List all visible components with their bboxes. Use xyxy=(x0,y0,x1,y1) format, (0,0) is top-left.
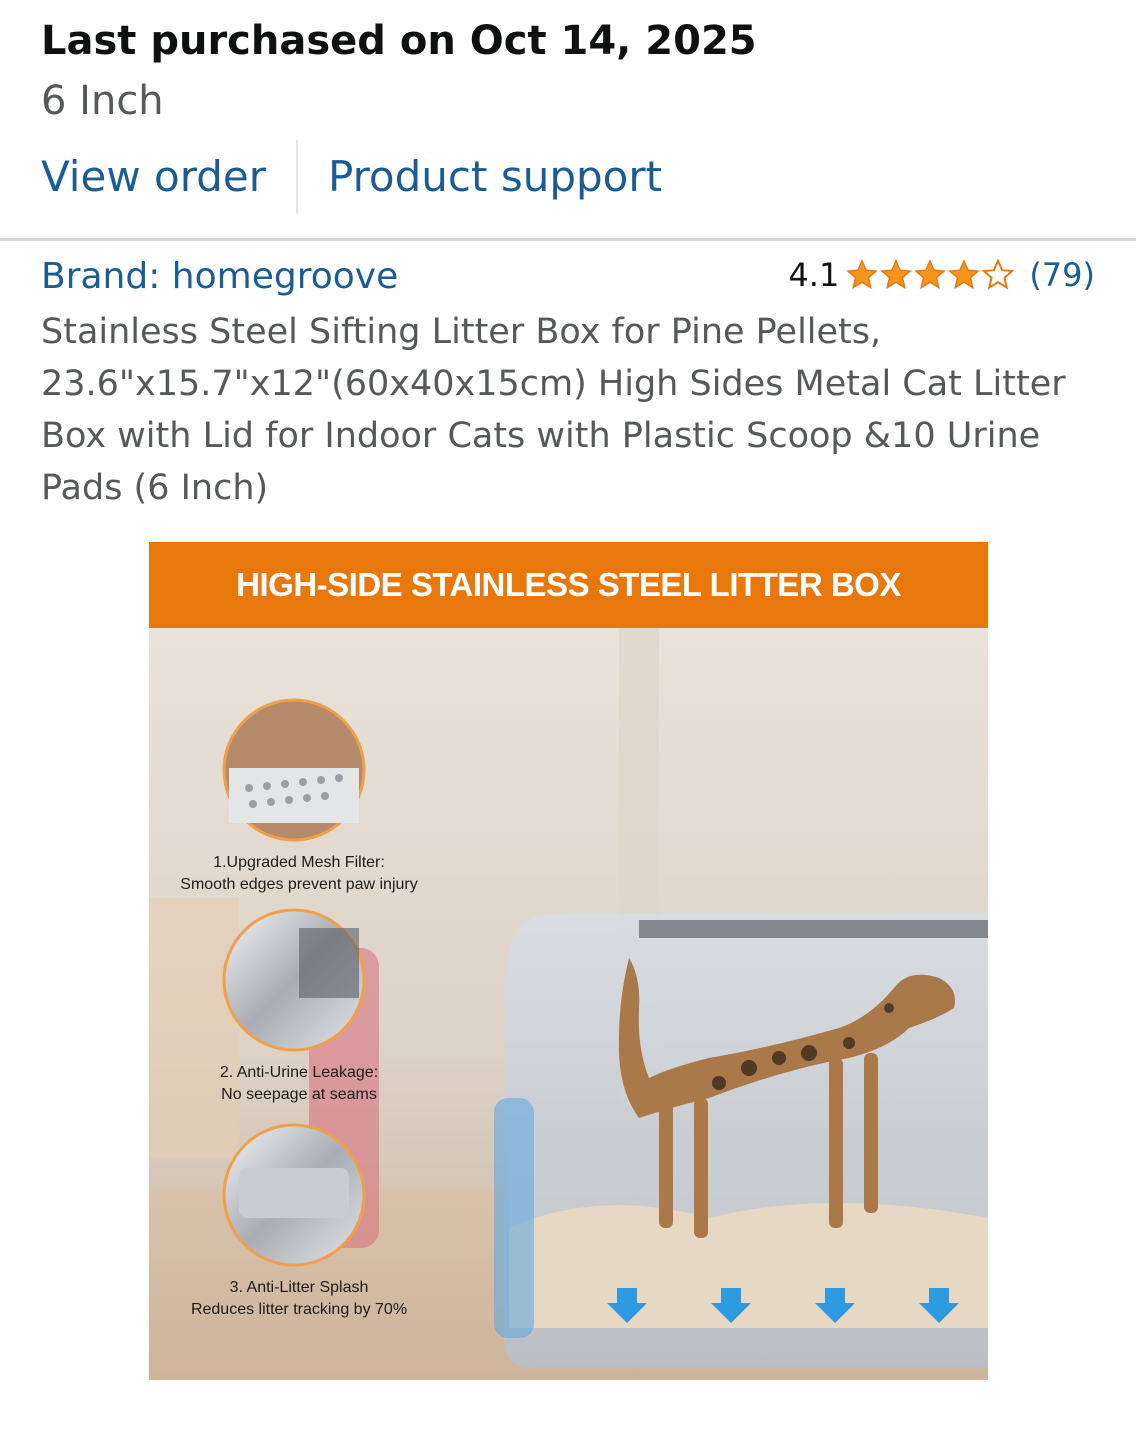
star-icon xyxy=(880,259,913,290)
product-photo-scene xyxy=(149,628,988,1380)
banner-text: HIGH-SIDE STAINLESS STEEL LITTER BOX xyxy=(236,566,901,603)
order-actions: View order Product support xyxy=(0,140,1136,214)
feature-caption-1: 1.Upgraded Mesh Filter: Smooth edges pre… xyxy=(149,852,449,896)
star-icon xyxy=(914,259,947,290)
product-image[interactable]: HIGH-SIDE STAINLESS STEEL LITTER BOX 1.U… xyxy=(149,542,988,1380)
feature-caption-3: 3. Anti-Litter Splash Reduces litter tra… xyxy=(149,1277,449,1321)
feature-3-detail: Reduces litter tracking by 70% xyxy=(190,1301,408,1318)
last-purchased-heading: Last purchased on Oct 14, 2025 xyxy=(41,18,757,64)
rating-count-link[interactable]: (79) xyxy=(1029,256,1095,294)
rating-value: 4.1 xyxy=(788,256,840,294)
feature-3-title: 3. Anti-Litter Splash xyxy=(229,1279,369,1296)
section-divider xyxy=(0,238,1136,241)
star-icon xyxy=(948,259,981,290)
star-rating xyxy=(845,258,1015,292)
feature-2-title: 2. Anti-Urine Leakage: xyxy=(219,1064,379,1081)
purchase-summary: Last purchased on Oct 14, 2025 6 Inch Vi… xyxy=(0,0,1136,240)
variant-label: 6 Inch xyxy=(41,78,164,124)
product-title[interactable]: Stainless Steel Sifting Litter Box for P… xyxy=(41,306,1101,514)
image-banner: HIGH-SIDE STAINLESS STEEL LITTER BOX xyxy=(149,542,988,628)
actions-divider xyxy=(296,140,298,214)
brand-link[interactable]: Brand: homegroove xyxy=(41,256,398,297)
view-order-link[interactable]: View order xyxy=(41,152,266,201)
feature-2-detail: No seepage at seams xyxy=(221,1086,377,1103)
rating-summary[interactable]: 4.1 (79) xyxy=(788,256,1095,294)
star-outline-icon xyxy=(981,258,1015,290)
feature-1-title: 1.Upgraded Mesh Filter: xyxy=(213,854,385,871)
star-icon xyxy=(846,259,879,290)
feature-1-detail: Smooth edges prevent paw injury xyxy=(180,876,418,893)
feature-caption-2: 2. Anti-Urine Leakage: No seepage at sea… xyxy=(149,1062,449,1106)
product-support-link[interactable]: Product support xyxy=(328,152,662,201)
